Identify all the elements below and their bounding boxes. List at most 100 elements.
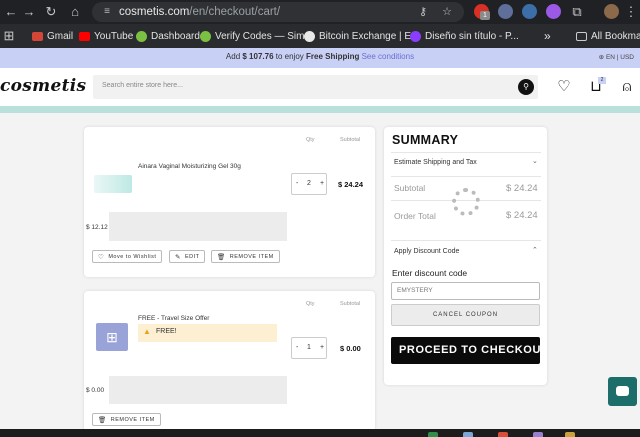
discount-code-value: EMYSTERY xyxy=(397,287,433,294)
quantity-stepper: - 1 + xyxy=(291,337,327,359)
remove-item-button[interactable]: 🗑 REMOVE ITEM xyxy=(211,250,280,263)
bookmarks-bar: ⊞ Gmail YouTube Dashboard Verify Codes —… xyxy=(0,24,640,48)
bookmark-gmail[interactable]: Gmail xyxy=(32,29,73,43)
qty-column-header: Qty xyxy=(306,301,315,307)
bookmark-star-icon[interactable]: ☆ xyxy=(440,5,454,19)
trash-icon: 🗑 xyxy=(98,416,107,424)
cart-item-card: Qty Subtotal Ainara Vaginal Moisturizing… xyxy=(84,127,375,277)
extension-icon[interactable] xyxy=(546,4,561,19)
bookmark-verify-codes[interactable]: Verify Codes — Sim... xyxy=(200,29,313,43)
promo-message: Add $ 107.76 to enjoy Free Shipping See … xyxy=(225,52,415,61)
item-subtotal: $ 0.00 xyxy=(340,344,361,353)
menu-icon[interactable]: ⋮ xyxy=(622,3,640,21)
taskbar-app-icon[interactable] xyxy=(565,432,575,437)
gift-box-icon[interactable]: ⊞ xyxy=(96,323,128,351)
proceed-to-checkout-button[interactable]: PROCEED TO CHECKOUT xyxy=(391,337,540,364)
bookmark-bitcoin-exchange[interactable]: Bitcoin Exchange | E... xyxy=(304,29,419,43)
back-icon[interactable]: ← xyxy=(2,3,20,21)
divider xyxy=(391,240,541,241)
order-summary-panel: SUMMARY Estimate Shipping and Tax ⌄ Subt… xyxy=(384,127,547,385)
more-bookmarks-icon[interactable]: » xyxy=(544,29,551,43)
puzzle-icon[interactable]: ⧉ xyxy=(568,3,586,21)
remove-item-button[interactable]: 🗑 REMOVE ITEM xyxy=(92,413,161,426)
quantity-stepper: - 2 + xyxy=(291,173,327,195)
loading-spinner-icon xyxy=(452,188,480,216)
cart-count-badge: 2 xyxy=(598,77,606,84)
increase-qty-button[interactable]: + xyxy=(320,180,324,187)
all-bookmarks[interactable]: All Bookmarks xyxy=(576,29,640,43)
warning-icon: ▲ xyxy=(143,327,151,336)
subtotal-column-header: Subtotal xyxy=(340,301,361,307)
order-total-value: $ 24.24 xyxy=(506,210,538,221)
quantity-value[interactable]: 2 xyxy=(307,180,311,187)
gmail-icon xyxy=(32,31,43,41)
subtotal-value: $ 24.24 xyxy=(506,183,538,194)
move-to-wishlist-button[interactable]: ♡ Move to Wishlist xyxy=(92,250,163,263)
free-label: FREE! xyxy=(156,328,177,335)
site-info-icon[interactable]: ≡ xyxy=(100,5,114,19)
wishlist-heart-icon[interactable]: ♡ xyxy=(555,78,573,96)
taskbar-app-icon[interactable] xyxy=(533,432,543,437)
item-subtotal: $ 24.24 xyxy=(338,180,364,189)
site-logo[interactable]: cosmetis xyxy=(0,76,86,96)
taskbar-app-icon[interactable] xyxy=(463,432,473,437)
browser-toolbar: ← → ↻ ⌂ ≡ cosmetis.com/en/checkout/cart/… xyxy=(0,0,640,24)
qty-column-header: Qty xyxy=(306,137,315,143)
order-total-label: Order Total xyxy=(394,211,436,221)
bookmark-dashboard[interactable]: Dashboard xyxy=(136,29,200,43)
key-icon[interactable]: ⚷ xyxy=(416,5,430,19)
extension-icon[interactable] xyxy=(498,4,513,19)
decorative-strip xyxy=(0,106,640,113)
divider xyxy=(391,152,541,153)
apps-icon[interactable]: ⊞ xyxy=(0,27,18,45)
decrease-qty-button[interactable]: - xyxy=(296,344,298,351)
extension-icon[interactable] xyxy=(522,4,537,19)
language-currency-switcher[interactable]: ⊕ EN | USD xyxy=(599,53,634,61)
divider xyxy=(391,176,541,177)
subtotal-label: Subtotal xyxy=(394,183,426,193)
chat-widget-button[interactable] xyxy=(608,377,637,406)
search-placeholder: Search entire store here... xyxy=(102,82,183,89)
reload-icon[interactable]: ↻ xyxy=(42,3,60,21)
account-icon[interactable]: ⍝ xyxy=(618,78,636,96)
bookmark-diseno[interactable]: Diseño sin título - P... xyxy=(410,29,519,43)
address-bar[interactable]: ≡ cosmetis.com/en/checkout/cart/ ⚷ ☆ xyxy=(92,2,464,22)
item-price: $ 0.00 xyxy=(86,387,105,394)
increase-qty-button[interactable]: + xyxy=(320,344,324,351)
product-name[interactable]: Ainara Vaginal Moisturizing Gel 30g xyxy=(138,163,241,170)
apply-discount-toggle[interactable]: Apply Discount Code xyxy=(394,248,459,255)
taskbar-app-icon[interactable] xyxy=(498,432,508,437)
discount-code-input[interactable]: EMYSTERY xyxy=(391,282,540,300)
chat-bubble-icon xyxy=(616,386,629,396)
product-name[interactable]: FREE - Travel Size Offer xyxy=(138,315,209,322)
estimate-shipping-toggle[interactable]: Estimate Shipping and Tax xyxy=(394,159,477,166)
chevron-up-icon[interactable]: ⌃ xyxy=(532,246,538,254)
url-text[interactable]: cosmetis.com/en/checkout/cart/ xyxy=(119,5,280,19)
bookmark-youtube[interactable]: YouTube xyxy=(79,29,133,43)
os-taskbar xyxy=(0,429,640,437)
edit-button[interactable]: ✎ EDIT xyxy=(169,250,206,263)
youtube-icon xyxy=(79,31,90,41)
verify-codes-icon xyxy=(200,30,211,42)
free-gift-notice: ▲ FREE! xyxy=(138,324,277,342)
pencil-icon: ✎ xyxy=(175,253,181,261)
item-price: $ 12.12 xyxy=(86,224,108,231)
quantity-value[interactable]: 1 xyxy=(307,344,311,351)
see-conditions-link[interactable]: See conditions xyxy=(362,52,414,61)
taskbar-app-icon[interactable] xyxy=(428,432,438,437)
site-header: cosmetis Search entire store here... ⚲ ♡… xyxy=(0,68,640,106)
enter-code-label: Enter discount code xyxy=(392,268,468,278)
trash-icon: 🗑 xyxy=(217,253,226,261)
cancel-coupon-button[interactable]: CANCEL COUPON xyxy=(391,304,540,326)
product-image[interactable] xyxy=(94,175,132,193)
summary-title: SUMMARY xyxy=(392,133,459,147)
folder-icon xyxy=(576,31,587,41)
chevron-down-icon[interactable]: ⌄ xyxy=(532,157,538,165)
home-icon[interactable]: ⌂ xyxy=(66,3,84,21)
forward-icon[interactable]: → xyxy=(20,3,38,21)
profile-avatar[interactable] xyxy=(604,4,619,19)
decrease-qty-button[interactable]: - xyxy=(296,180,298,187)
search-icon[interactable]: ⚲ xyxy=(518,79,534,95)
item-options-area xyxy=(109,376,287,404)
search-input[interactable]: Search entire store here... ⚲ xyxy=(93,75,538,99)
